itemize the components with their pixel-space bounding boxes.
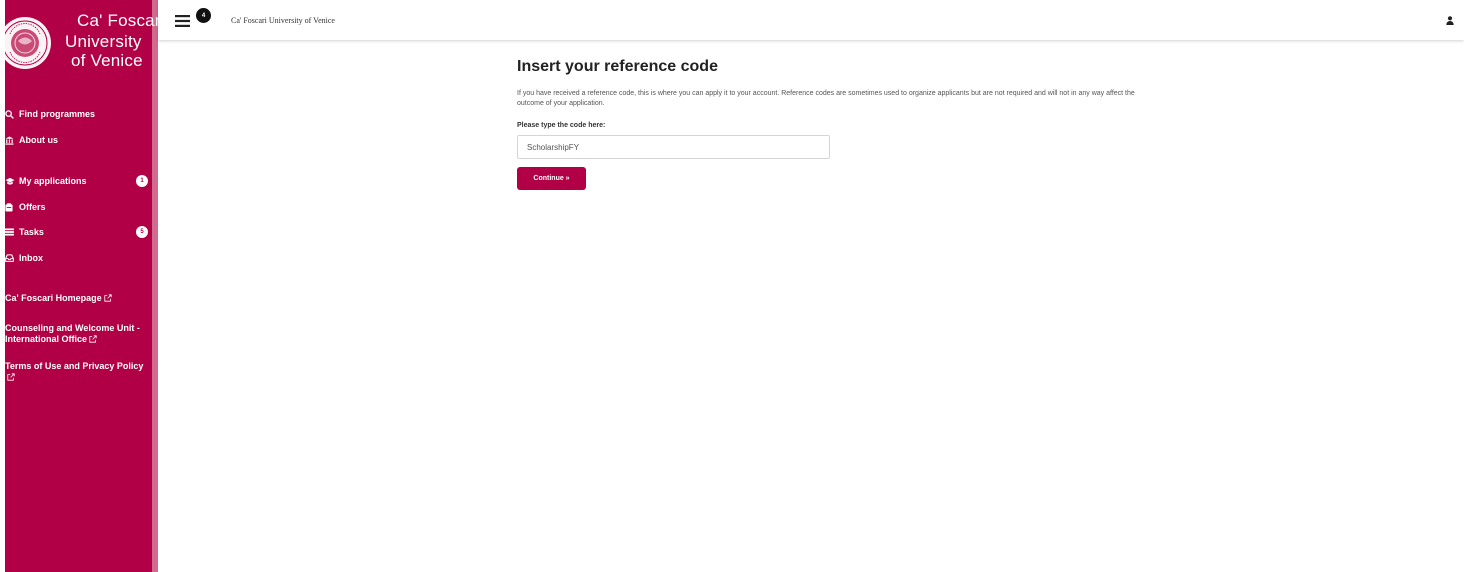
international-office-link-label: Counseling and Welcome Unit - Internatio… <box>5 323 140 344</box>
sidebar-item-label: Offers <box>19 202 46 212</box>
graduation-cap-icon <box>5 175 17 187</box>
external-link-icon <box>104 294 112 302</box>
sidebar-item-offers[interactable]: Offers <box>5 198 152 216</box>
continue-button[interactable]: Continue » <box>517 167 586 190</box>
terms-privacy-link-label: Terms of Use and Privacy Policy <box>5 361 144 371</box>
sidebar: Ca' Foscari University of Venice Find pr… <box>0 0 164 572</box>
brand-logo[interactable]: Ca' Foscari University of Venice <box>5 0 164 75</box>
sidebar-item-find-programmes[interactable]: Find programmes <box>5 105 152 123</box>
sidebar-item-label: My applications <box>19 176 87 186</box>
hamburger-icon[interactable] <box>175 15 190 27</box>
list-icon <box>5 226 17 238</box>
inbox-icon <box>5 252 17 264</box>
tasks-count-badge: 5 <box>136 226 148 238</box>
sidebar-item-label: Inbox <box>19 253 43 263</box>
sidebar-item-tasks[interactable]: Tasks 5 <box>5 223 152 241</box>
external-link-icon <box>89 335 97 343</box>
sidebar-item-my-applications[interactable]: My applications 1 <box>5 172 152 190</box>
page-title: Insert your reference code <box>517 58 718 75</box>
homepage-link-label: Ca' Foscari Homepage <box>5 293 102 303</box>
homepage-link[interactable]: Ca' Foscari Homepage <box>5 293 152 304</box>
sidebar-item-label: Tasks <box>19 227 44 237</box>
institution-icon <box>5 134 17 146</box>
sidebar-item-label: About us <box>19 135 58 145</box>
code-field-label: Please type the code here: <box>517 122 606 129</box>
reference-code-input[interactable] <box>517 135 830 159</box>
external-link-icon <box>7 373 15 381</box>
terms-privacy-link[interactable]: Terms of Use and Privacy Policy <box>5 361 152 383</box>
offer-icon <box>5 201 17 213</box>
university-seal-icon <box>5 17 51 69</box>
applications-count-badge: 1 <box>136 175 148 187</box>
brand-line-1: Ca' Foscari <box>77 11 165 30</box>
search-icon <box>5 108 17 120</box>
page-description: If you have received a reference code, t… <box>517 90 1135 107</box>
user-icon[interactable] <box>1446 16 1454 25</box>
sidebar-item-inbox[interactable]: Inbox <box>5 249 152 267</box>
top-bar: 4 Ca' Foscari University of Venice <box>158 0 1464 40</box>
sidebar-item-label: Find programmes <box>19 109 96 119</box>
top-title: Ca' Foscari University of Venice <box>231 16 335 25</box>
sidebar-item-about-us[interactable]: About us <box>5 131 152 149</box>
brand-line-2: University <box>65 32 142 51</box>
brand-line-3: of Venice <box>71 51 143 70</box>
notification-badge[interactable]: 4 <box>196 8 211 23</box>
international-office-link[interactable]: Counseling and Welcome Unit - Internatio… <box>5 323 152 345</box>
